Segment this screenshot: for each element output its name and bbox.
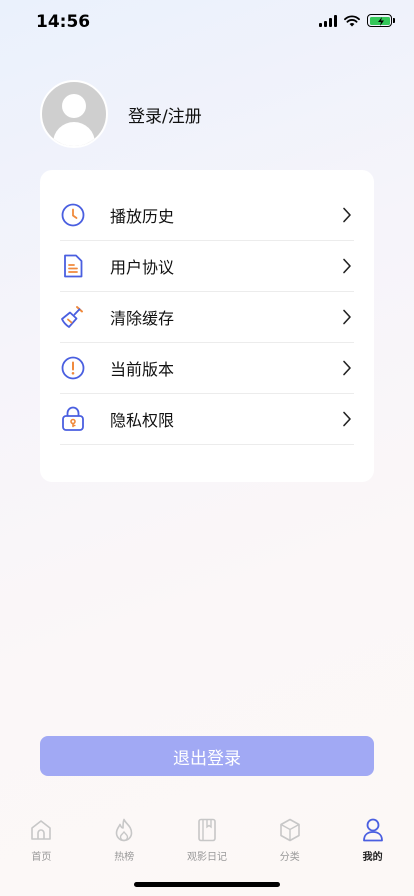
menu-item-privacy-permissions[interactable]: 隐私权限 [60,394,354,445]
tab-category[interactable]: 分类 [248,818,331,868]
box-icon [278,818,302,842]
tab-hot-list[interactable]: 热榜 [83,818,166,868]
status-bar: 14:56 [0,0,414,44]
tab-mine[interactable]: 我的 [331,818,414,868]
chevron-right-icon [340,207,354,223]
tab-bar: 首页 热榜 观影日记 分类 我的 [0,818,414,868]
tab-label: 观影日记 [186,852,227,863]
user-icon [361,818,385,842]
document-icon [60,253,86,279]
home-icon [29,818,53,842]
clock-icon [60,202,86,228]
tab-label: 首页 [31,852,52,863]
tab-movie-diary[interactable]: 观影日记 [166,818,249,868]
menu-item-label: 播放历史 [110,207,175,226]
chevron-right-icon [340,360,354,376]
flame-icon [112,818,136,842]
chevron-right-icon [340,411,354,427]
status-time: 14:56 [36,12,91,32]
logout-button[interactable]: 退出登录 [40,736,374,776]
lock-icon [60,406,86,432]
menu-item-label: 当前版本 [110,360,175,379]
battery-icon [367,14,395,27]
chevron-right-icon [340,258,354,274]
home-indicator[interactable] [134,882,280,887]
menu-item-user-agreement[interactable]: 用户协议 [60,241,354,292]
info-exclamation-icon [60,355,86,381]
status-icons [319,14,395,27]
menu-item-label: 隐私权限 [110,411,175,430]
wifi-icon [344,14,360,26]
avatar[interactable] [40,80,108,148]
book-icon [195,818,219,842]
profile-header[interactable]: 登录/注册 [40,80,202,148]
tab-label: 我的 [362,852,383,863]
cellular-signal-icon [319,14,337,27]
settings-menu-card: 播放历史 用户协议 清除缓存 当前版本 隐私权限 [40,170,374,482]
tab-label: 分类 [279,852,300,863]
menu-item-play-history[interactable]: 播放历史 [60,190,354,241]
menu-item-label: 清除缓存 [110,309,175,328]
broom-icon [60,304,86,330]
chevron-right-icon [340,309,354,325]
login-register-link[interactable]: 登录/注册 [128,102,202,127]
tab-label: 热榜 [114,852,135,863]
menu-item-clear-cache[interactable]: 清除缓存 [60,292,354,343]
tab-home[interactable]: 首页 [0,818,83,868]
menu-item-label: 用户协议 [110,258,175,277]
menu-item-current-version[interactable]: 当前版本 [60,343,354,394]
